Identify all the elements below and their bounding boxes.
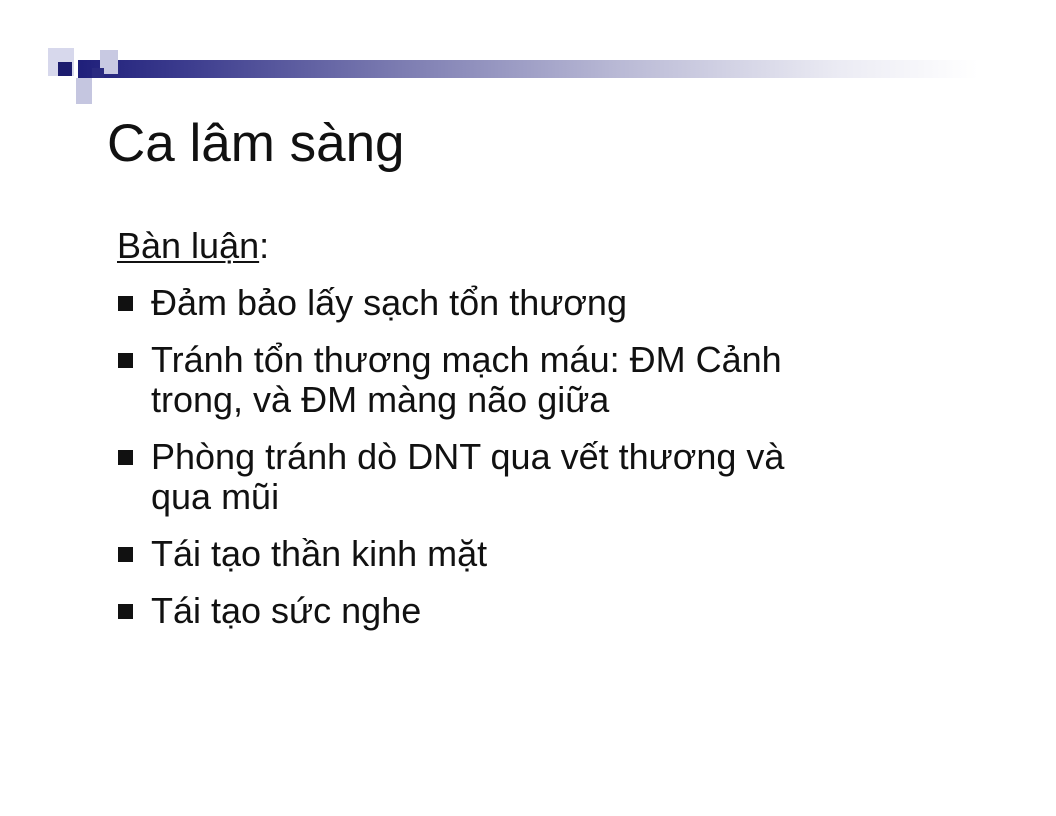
section-heading-colon: : (259, 225, 270, 266)
slide-body: Bàn luận: Đảm bảo lấy sạch tổn thương Tr… (117, 226, 937, 648)
bullet-item: Tránh tổn thương mạch máu: ĐM Cảnh trong… (117, 340, 937, 420)
slide: Ca lâm sàng Bàn luận: Đảm bảo lấy sạch t… (0, 0, 1056, 816)
header-gradient-bar (78, 60, 978, 78)
slide-title: Ca lâm sàng (107, 114, 405, 173)
bullet-item: Phòng tránh dò DNT qua vết thương và qua… (117, 437, 937, 517)
bullet-text-continued: qua mũi (151, 476, 280, 517)
square-bullet-icon (118, 450, 133, 465)
bullet-text: Tránh tổn thương mạch máu: ĐM Cảnh (151, 339, 782, 380)
bullet-text: Tái tạo sức nghe (151, 590, 422, 631)
square-bullet-icon (118, 296, 133, 311)
bullet-text: Tái tạo thần kinh mặt (151, 533, 488, 574)
header-square-decoration (92, 68, 104, 78)
square-bullet-icon (118, 353, 133, 368)
bullet-item: Tái tạo thần kinh mặt (117, 534, 937, 574)
bullet-item: Tái tạo sức nghe (117, 591, 937, 631)
bullet-list: Đảm bảo lấy sạch tổn thương Tránh tổn th… (117, 283, 937, 631)
section-heading-text: Bàn luận (117, 225, 260, 266)
square-bullet-icon (118, 547, 133, 562)
header-square-decoration (58, 62, 72, 76)
section-heading: Bàn luận: (117, 226, 937, 266)
bullet-text: Đảm bảo lấy sạch tổn thương (151, 282, 627, 323)
bullet-item: Đảm bảo lấy sạch tổn thương (117, 283, 937, 323)
header-square-decoration (76, 78, 92, 104)
bullet-text-continued: trong, và ĐM màng não giữa (151, 379, 610, 420)
square-bullet-icon (118, 604, 133, 619)
bullet-text: Phòng tránh dò DNT qua vết thương và (151, 436, 785, 477)
